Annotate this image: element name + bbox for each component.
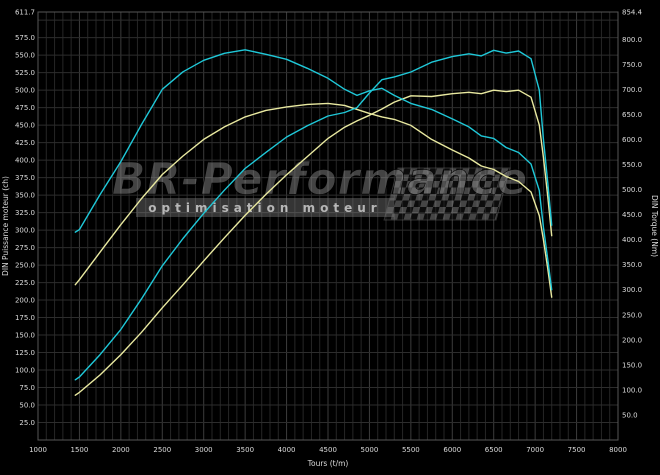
x-tick-label: 8000: [609, 446, 627, 454]
y-right-tick-label: 750.0: [622, 61, 642, 69]
y-right-tick-label: 50.0: [622, 411, 638, 419]
y-left-tick-label: 100.0: [15, 367, 35, 375]
x-tick-label: 7000: [526, 446, 544, 454]
x-tick-label: 1500: [71, 446, 89, 454]
y-right-tick-label: 800.0: [622, 36, 642, 44]
y-left-tick-label: 275.0: [15, 244, 35, 252]
x-tick-label: 4500: [319, 446, 337, 454]
y-left-tick-label: 225.0: [15, 279, 35, 287]
x-tick-label: 7500: [568, 446, 586, 454]
y-left-tick-label: 50.0: [19, 402, 35, 410]
y-right-tick-label: 300.0: [622, 286, 642, 294]
x-axis-title: Tours (t/m): [307, 459, 349, 468]
grid: [38, 12, 618, 440]
y-right-tick-label: 500.0: [622, 186, 642, 194]
y-right-tick-label: 450.0: [622, 211, 642, 219]
y-left-tick-label: 550.0: [15, 52, 35, 60]
y-left-tick-label: 450.0: [15, 122, 35, 130]
y-left-tick-label: 325.0: [15, 209, 35, 217]
dyno-chart: BR-Performance optimisation moteur 611.7…: [0, 0, 660, 475]
y-left-tick-label: 25.0: [19, 419, 35, 427]
y-left-tick-label: 375.0: [15, 174, 35, 182]
curves: [75, 50, 551, 395]
y-right-tick-label: 100.0: [622, 386, 642, 394]
y-left-tick-label: 575.0: [15, 34, 35, 42]
y-left-tick-label: 611.7: [15, 9, 35, 17]
y-right-tick-label: 350.0: [622, 261, 642, 269]
y-left-tick-label: 475.0: [15, 104, 35, 112]
y-right-tick-label: 700.0: [622, 86, 642, 94]
y-right-tick-label: 400.0: [622, 236, 642, 244]
watermark-brand-text: BR-Performance: [112, 154, 528, 205]
y-right-tick-label: 150.0: [622, 361, 642, 369]
y-left-tick-label: 300.0: [15, 227, 35, 235]
x-tick-label: 3500: [236, 446, 254, 454]
x-tick-label: 6500: [485, 446, 503, 454]
watermark-tagline-text: optimisation moteur: [148, 201, 381, 215]
y-right-tick-label: 550.0: [622, 161, 642, 169]
x-tick-label: 2000: [112, 446, 130, 454]
y-left-tick-label: 350.0: [15, 192, 35, 200]
x-tick-label: 5000: [361, 446, 379, 454]
x-tick-label: 5500: [402, 446, 420, 454]
y-right-tick-label: 250.0: [622, 311, 642, 319]
y-left-tick-label: 250.0: [15, 262, 35, 270]
y-left-tick-label: 425.0: [15, 139, 35, 147]
x-tick-label: 6000: [443, 446, 461, 454]
y-left-tick-label: 150.0: [15, 332, 35, 340]
y-left-tick-label: 525.0: [15, 69, 35, 77]
y-left-tick-label: 175.0: [15, 314, 35, 322]
x-tick-label: 1000: [29, 446, 47, 454]
y-right-tick-label: 650.0: [622, 111, 642, 119]
chart-canvas: BR-Performance optimisation moteur 611.7…: [0, 0, 660, 475]
y-left-tick-label: 500.0: [15, 87, 35, 95]
y-left-tick-label: 400.0: [15, 157, 35, 165]
y-right-tick-label: 600.0: [622, 136, 642, 144]
x-tick-label: 3000: [195, 446, 213, 454]
y-left-axis-title: DIN Puissance moteur (ch): [1, 176, 10, 276]
y-right-tick-label: 854.4: [622, 9, 643, 17]
y-right-axis-title: DIN Torque (Nm): [650, 195, 659, 257]
y-left-tick-label: 75.0: [19, 384, 35, 392]
x-tick-label: 4000: [278, 446, 296, 454]
y-left-tick-label: 200.0: [15, 297, 35, 305]
x-tick-label: 2500: [153, 446, 171, 454]
y-left-tick-label: 125.0: [15, 349, 35, 357]
y-right-tick-label: 200.0: [622, 336, 642, 344]
